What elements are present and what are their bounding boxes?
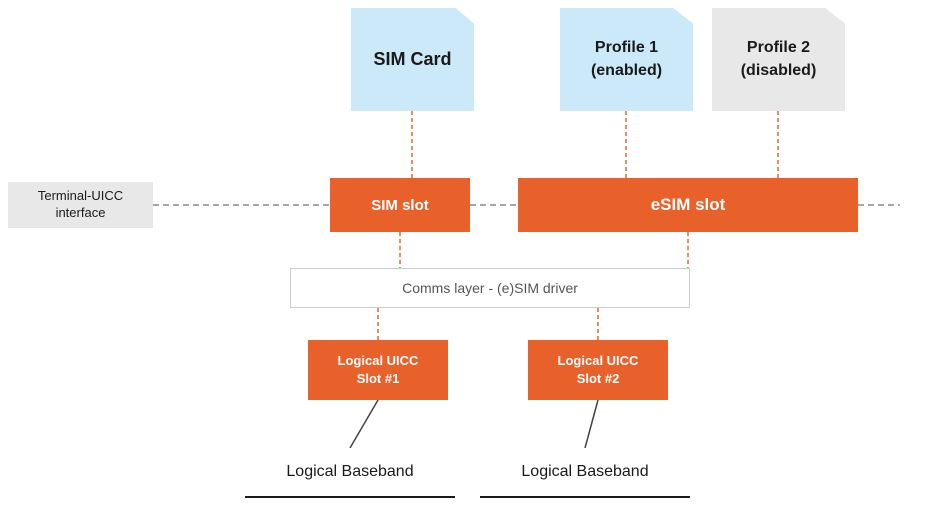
baseband2-label: Logical Baseband (521, 463, 648, 481)
logical-slot1-box: Logical UICCSlot #1 (308, 340, 448, 400)
logical-baseband1: Logical Baseband (245, 448, 455, 498)
terminal-uicc-label: Terminal-UICC interface (8, 182, 153, 228)
comms-layer-label: Comms layer - (e)SIM driver (402, 280, 578, 296)
logical-slot2-box: Logical UICCSlot #2 (528, 340, 668, 400)
esim-slot-box: eSIM slot (518, 178, 858, 232)
profile2-card: Profile 2(disabled) (712, 8, 845, 111)
sim-card-label: SIM Card (373, 48, 451, 71)
profile1-label: Profile 1(enabled) (591, 37, 662, 82)
logical-slot2-label: Logical UICCSlot #2 (558, 352, 639, 388)
sim-card: SIM Card (351, 8, 474, 111)
terminal-uicc-text: Terminal-UICC interface (16, 188, 145, 222)
logical-slot1-label: Logical UICCSlot #1 (338, 352, 419, 388)
esim-slot-label: eSIM slot (651, 195, 726, 215)
sim-slot-box: SIM slot (330, 178, 470, 232)
diagram-container: SIM Card Profile 1(enabled) Profile 2(di… (0, 0, 935, 519)
profile2-label: Profile 2(disabled) (741, 37, 817, 82)
baseband1-label: Logical Baseband (286, 463, 413, 481)
sim-slot-label: SIM slot (371, 197, 429, 214)
comms-layer-box: Comms layer - (e)SIM driver (290, 268, 690, 308)
profile1-card: Profile 1(enabled) (560, 8, 693, 111)
logical-baseband2: Logical Baseband (480, 448, 690, 498)
